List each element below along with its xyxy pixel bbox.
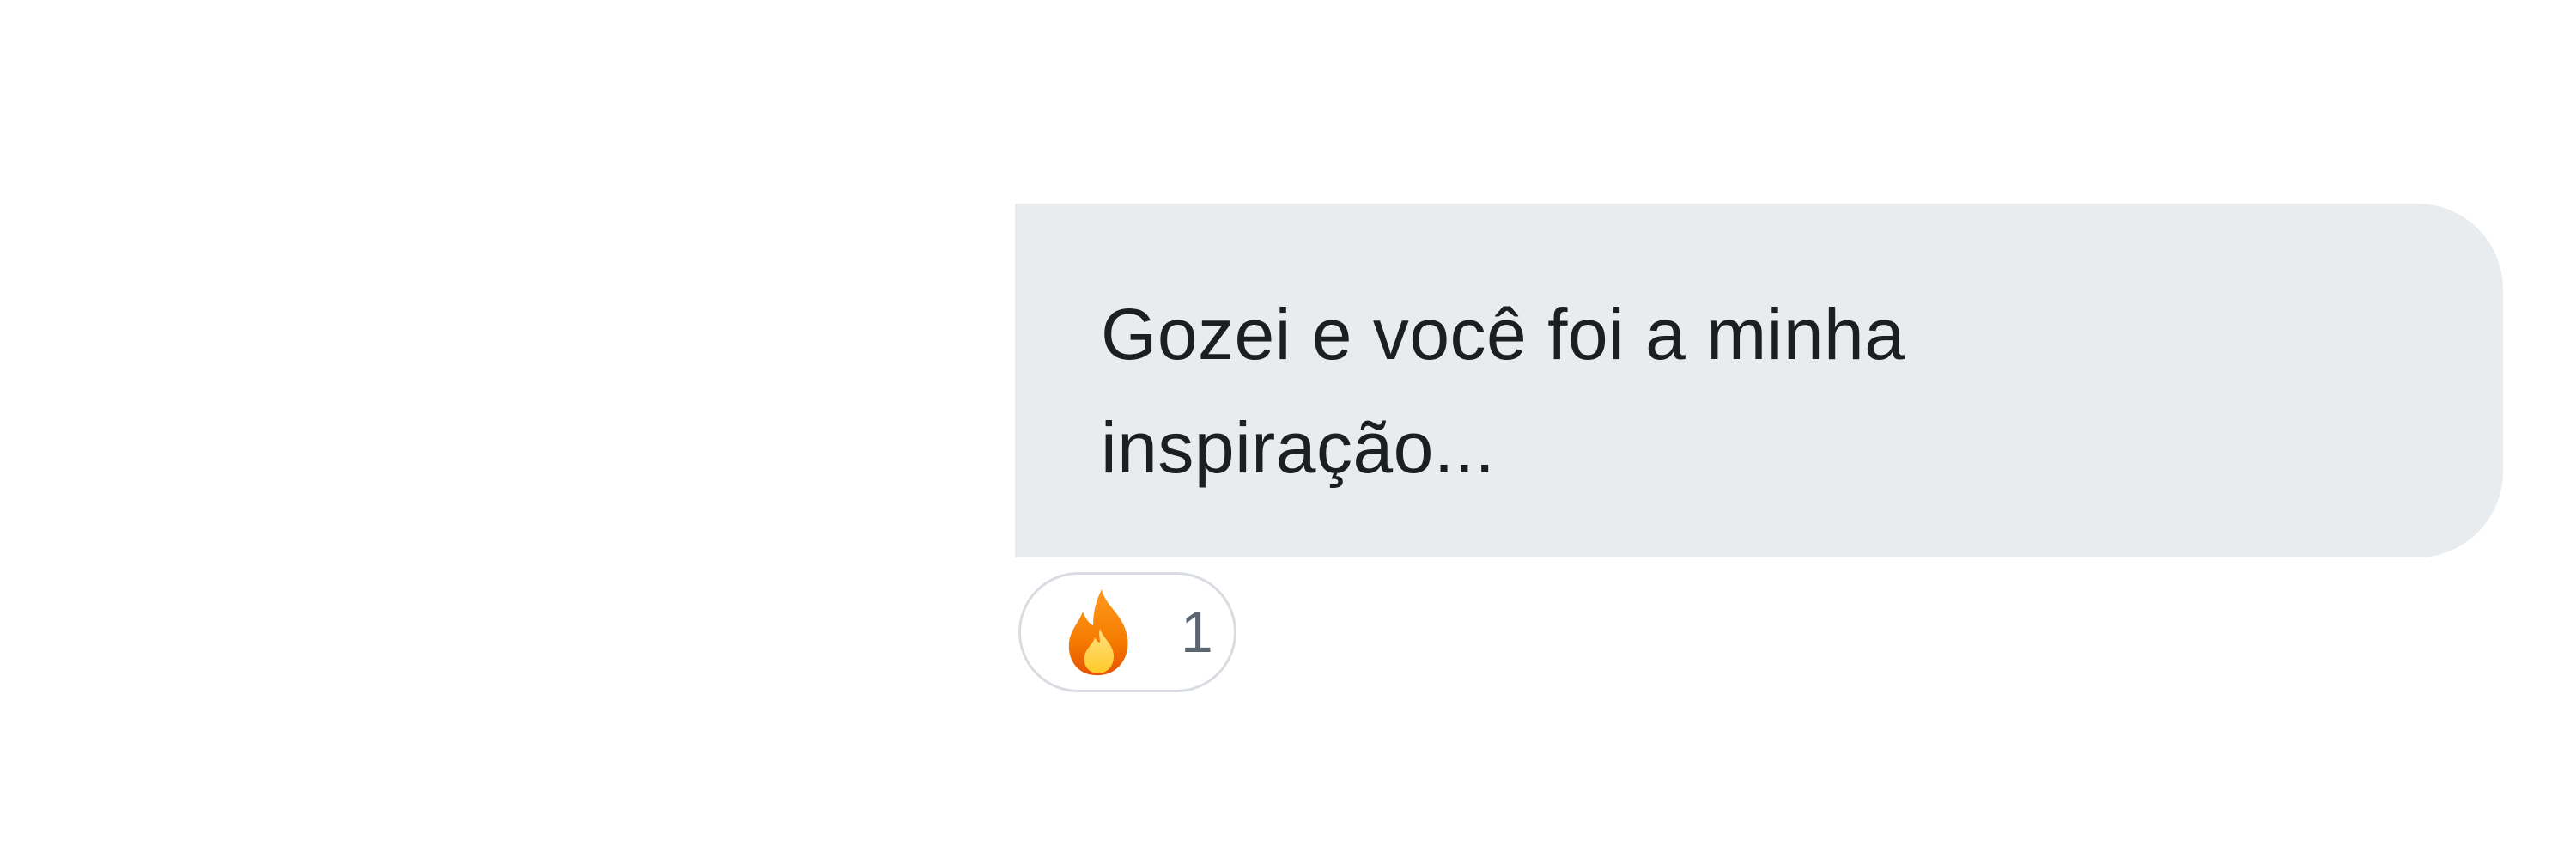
message-text: Gozei e você foi a minha inspiração... (1101, 294, 1905, 488)
fire-icon (1068, 589, 1128, 676)
message-bubble[interactable]: Gozei e você foi a minha inspiração... (1015, 204, 2503, 557)
reaction-count: 1 (1181, 600, 1213, 665)
reaction-pill[interactable]: 1 (1018, 572, 1236, 692)
chat-area: Gozei e você foi a minha inspiração... 1 (0, 0, 2576, 859)
